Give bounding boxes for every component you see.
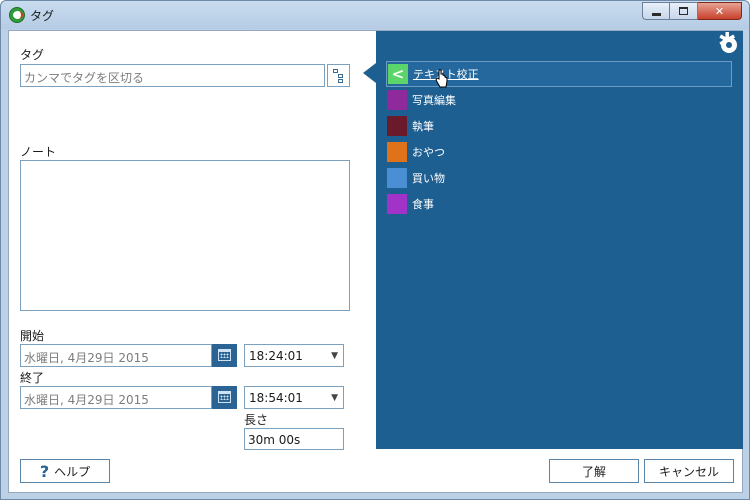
start-date-input[interactable]: 水曜日, 4月29日 2015 <box>20 344 212 367</box>
chevron-down-icon: ▼ <box>331 393 338 403</box>
tag-tree-button[interactable] <box>327 64 350 87</box>
tag-tree-icon <box>333 69 345 83</box>
tag-item-snack[interactable]: おやつ <box>386 139 732 165</box>
minimize-icon <box>651 12 661 16</box>
end-time-value: 18:54:01 <box>249 391 303 405</box>
start-time-select[interactable]: 18:24:01 ▼ <box>244 344 344 367</box>
tag-color-swatch <box>387 194 407 214</box>
tag-color-swatch <box>387 116 407 136</box>
tag-item-proofreading[interactable]: < テキスト校正 <box>386 61 732 88</box>
window-title: タグ <box>30 9 55 23</box>
end-label: 終了 <box>20 371 45 385</box>
help-icon: ? <box>39 461 50 481</box>
minimize-button[interactable] <box>642 2 670 20</box>
help-button-label: ヘルプ <box>54 464 91 479</box>
tag-item-meal[interactable]: 食事 <box>386 191 732 217</box>
tag-color-swatch <box>387 90 407 110</box>
calendar-icon <box>218 391 231 403</box>
chevron-down-icon: ▼ <box>331 351 338 361</box>
maximize-button[interactable] <box>670 2 698 20</box>
end-time-select[interactable]: 18:54:01 ▼ <box>244 386 344 409</box>
close-button[interactable]: ✕ <box>698 2 742 20</box>
gear-icon[interactable] <box>718 31 737 53</box>
tag-color-swatch <box>387 142 407 162</box>
app-logo-icon <box>9 7 25 23</box>
end-date-picker-button[interactable] <box>212 386 237 409</box>
duration-label: 長さ <box>244 413 269 427</box>
notes-label: ノート <box>20 145 57 159</box>
chevron-left-icon[interactable]: < <box>388 64 408 84</box>
hand-cursor-icon <box>435 69 448 88</box>
tag-dialog-window: タグ ✕ タグ カンマでタグを区切る ノート 開始 水曜日, 4月29日 201… <box>0 0 750 500</box>
title-bar[interactable]: タグ ✕ <box>1 1 749 29</box>
cancel-button[interactable]: キャンセル <box>644 459 734 483</box>
tag-color-swatch <box>387 168 407 188</box>
tag-item-shopping[interactable]: 買い物 <box>386 165 732 191</box>
end-date-input[interactable]: 水曜日, 4月29日 2015 <box>20 386 212 409</box>
tag-label: 執筆 <box>412 120 434 133</box>
start-label: 開始 <box>20 329 45 343</box>
start-date-picker-button[interactable] <box>212 344 237 367</box>
tags-input[interactable]: カンマでタグを区切る <box>20 64 325 87</box>
duration-input[interactable]: 30m 00s <box>244 428 344 450</box>
panel-pointer <box>363 63 376 83</box>
notes-textarea[interactable] <box>20 160 350 311</box>
tag-label: おやつ <box>412 146 445 159</box>
tag-item-photo-editing[interactable]: 写真編集 <box>386 87 732 113</box>
tag-label: 買い物 <box>412 172 445 185</box>
cancel-button-label: キャンセル <box>658 464 719 479</box>
tag-label: 食事 <box>412 198 434 211</box>
calendar-icon <box>218 349 231 361</box>
ok-button[interactable]: 了解 <box>549 459 639 483</box>
start-time-value: 18:24:01 <box>249 349 303 363</box>
close-icon: ✕ <box>714 4 725 18</box>
tag-item-writing[interactable]: 執筆 <box>386 113 732 139</box>
help-button[interactable]: ? ヘルプ <box>20 459 110 483</box>
tag-label: 写真編集 <box>412 94 456 107</box>
tag-list: < テキスト校正 写真編集 執筆 おやつ 買い物 食事 <box>386 61 732 217</box>
window-controls: ✕ <box>642 2 742 20</box>
maximize-icon <box>679 7 688 15</box>
ok-button-label: 了解 <box>581 464 606 479</box>
tag-panel: < テキスト校正 写真編集 執筆 おやつ <box>376 31 743 449</box>
dialog-body: タグ カンマでタグを区切る ノート 開始 水曜日, 4月29日 2015 18:… <box>8 30 743 493</box>
tags-label: タグ <box>20 48 45 62</box>
